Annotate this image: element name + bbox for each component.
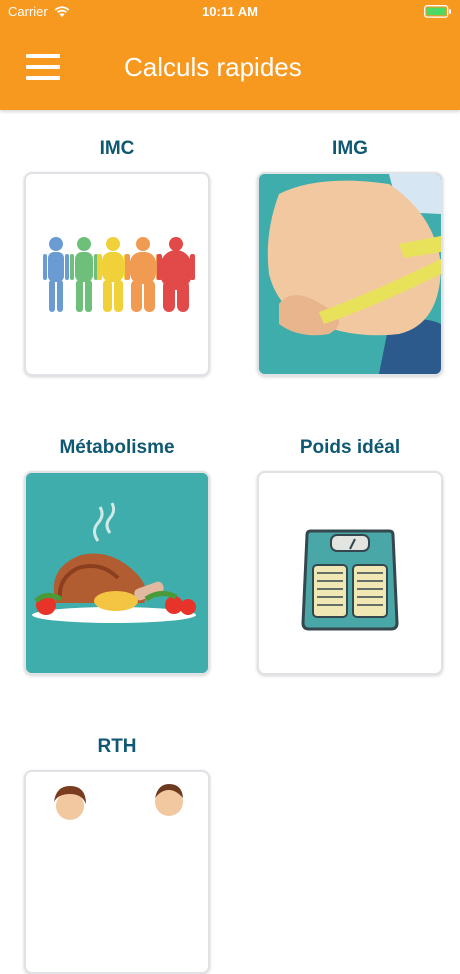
tile-label: Poids idéal xyxy=(299,437,401,458)
battery-icon xyxy=(424,5,452,21)
tile-rth[interactable]: RTH xyxy=(24,734,210,974)
tile-metabolisme[interactable]: Métabolisme xyxy=(24,435,210,675)
tile-label: Métabolisme xyxy=(59,437,175,458)
nav-bar: Calculs rapides xyxy=(0,24,460,110)
tile-label: IMG xyxy=(332,138,368,159)
roast-ham-icon xyxy=(26,473,208,673)
tile-image xyxy=(257,172,443,376)
page-title: Calculs rapides xyxy=(124,52,302,82)
menu-button[interactable] xyxy=(26,54,62,80)
waist-measure-icon xyxy=(259,174,441,374)
tile-image xyxy=(24,770,210,974)
scale-icon xyxy=(301,529,399,631)
people-icon xyxy=(54,784,183,820)
tile-image xyxy=(257,471,443,675)
status-time: 10:11 AM xyxy=(202,4,258,19)
tile-label: IMC xyxy=(99,138,135,159)
tile-img[interactable]: IMG xyxy=(257,136,443,376)
tile-image xyxy=(24,471,210,675)
status-bar: Carrier 10:11 AM xyxy=(0,0,460,24)
tile-label: RTH xyxy=(97,736,137,757)
tile-imc[interactable]: IMC xyxy=(24,136,210,376)
tile-poids-ideal[interactable]: Poids idéal xyxy=(257,435,443,675)
body-shapes-icon xyxy=(43,237,195,312)
tile-image xyxy=(24,172,210,376)
